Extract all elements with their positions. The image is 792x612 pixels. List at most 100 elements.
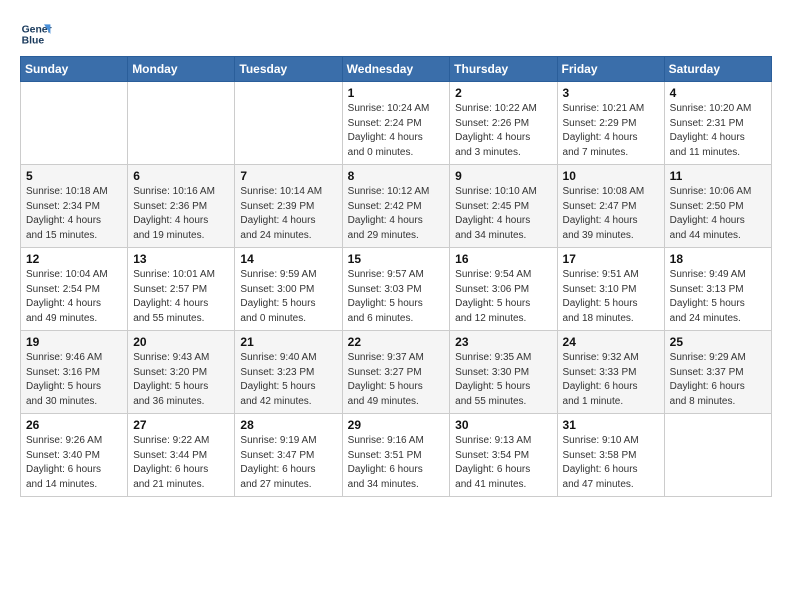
day-info: Sunrise: 10:10 AM Sunset: 2:45 PM Daylig… (455, 185, 551, 243)
calendar-cell: 31 Sunrise: 9:10 AM Sunset: 3:58 PM Dayli… (557, 414, 664, 497)
day-info: Sunrise: 9:29 AM Sunset: 3:37 PM Dayligh… (670, 351, 766, 409)
day-number: 13 (133, 252, 229, 266)
day-number: 24 (563, 335, 659, 349)
calendar-cell: 23Sunrise: 9:35 AM Sunset: 3:30 PM Dayli… (450, 331, 557, 414)
svg-text:Blue: Blue (22, 36, 45, 47)
day-number: 15 (348, 252, 445, 266)
day-number: 17 (563, 252, 659, 266)
day-info: Sunrise: 10:24 AM Sunset: 2:24 PM Daylig… (348, 102, 445, 160)
weekday-header-sunday: Sunday (21, 57, 128, 82)
calendar-cell: 6Sunrise: 10:16 AM Sunset: 2:36 PM Dayli… (128, 165, 235, 248)
day-number: 11 (670, 169, 766, 183)
calendar-table: SundayMondayTuesdayWednesdayThursdayFrid… (20, 56, 772, 497)
weekday-header-monday: Monday (128, 57, 235, 82)
day-info: Sunrise: 10:01 AM Sunset: 2:57 PM Daylig… (133, 268, 229, 326)
week-row-1: 1Sunrise: 10:24 AM Sunset: 2:24 PM Dayli… (21, 82, 772, 165)
day-info: Sunrise: 10:21 AM Sunset: 2:29 PM Daylig… (563, 102, 659, 160)
day-number: 20 (133, 335, 229, 349)
calendar-cell: 29 Sunrise: 9:16 AM Sunset: 3:51 PM Dayli… (342, 414, 450, 497)
logo: General Blue (20, 18, 56, 50)
day-info: Sunrise: 9:16 AM Sunset: 3:51 PM Dayligh… (348, 434, 445, 492)
day-number: 10 (563, 169, 659, 183)
calendar-cell: 28 Sunrise: 9:19 AM Sunset: 3:47 PM Dayli… (235, 414, 342, 497)
calendar-cell: 1Sunrise: 10:24 AM Sunset: 2:24 PM Dayli… (342, 82, 450, 165)
day-info: Sunrise: 10:04 AM Sunset: 2:54 PM Daylig… (26, 268, 122, 326)
logo-icon: General Blue (20, 18, 52, 50)
day-info: Sunrise: 10:06 AM Sunset: 2:50 PM Daylig… (670, 185, 766, 243)
calendar-cell: 3 Sunrise: 10:21 AM Sunset: 2:29 PM Dayli… (557, 82, 664, 165)
calendar-cell: 22 Sunrise: 9:37 AM Sunset: 3:27 PM Dayli… (342, 331, 450, 414)
calendar-cell: 17 Sunrise: 9:51 AM Sunset: 3:10 PM Dayli… (557, 248, 664, 331)
calendar-cell: 9 Sunrise: 10:10 AM Sunset: 2:45 PM Dayli… (450, 165, 557, 248)
calendar-cell: 12Sunrise: 10:04 AM Sunset: 2:54 PM Dayl… (21, 248, 128, 331)
day-info: Sunrise: 9:19 AM Sunset: 3:47 PM Dayligh… (240, 434, 336, 492)
calendar-cell: 25 Sunrise: 9:29 AM Sunset: 3:37 PM Dayli… (664, 331, 771, 414)
day-number: 27 (133, 418, 229, 432)
weekday-header-friday: Friday (557, 57, 664, 82)
day-info: Sunrise: 10:12 AM Sunset: 2:42 PM Daylig… (348, 185, 445, 243)
weekday-header-tuesday: Tuesday (235, 57, 342, 82)
calendar-cell: 26 Sunrise: 9:26 AM Sunset: 3:40 PM Dayli… (21, 414, 128, 497)
day-info: Sunrise: 10:08 AM Sunset: 2:47 PM Daylig… (563, 185, 659, 243)
calendar-cell: 7 Sunrise: 10:14 AM Sunset: 2:39 PM Dayli… (235, 165, 342, 248)
day-info: Sunrise: 9:10 AM Sunset: 3:58 PM Dayligh… (563, 434, 659, 492)
day-number: 25 (670, 335, 766, 349)
calendar-cell (235, 82, 342, 165)
calendar-cell: 2Sunrise: 10:22 AM Sunset: 2:26 PM Dayli… (450, 82, 557, 165)
calendar-cell: 18 Sunrise: 9:49 AM Sunset: 3:13 PM Dayli… (664, 248, 771, 331)
day-info: Sunrise: 9:43 AM Sunset: 3:20 PM Dayligh… (133, 351, 229, 409)
day-number: 14 (240, 252, 336, 266)
week-row-5: 26 Sunrise: 9:26 AM Sunset: 3:40 PM Dayli… (21, 414, 772, 497)
day-info: Sunrise: 10:14 AM Sunset: 2:39 PM Daylig… (240, 185, 336, 243)
calendar-cell: 20 Sunrise: 9:43 AM Sunset: 3:20 PM Dayli… (128, 331, 235, 414)
day-number: 18 (670, 252, 766, 266)
calendar-cell: 19Sunrise: 9:46 AM Sunset: 3:16 PM Dayli… (21, 331, 128, 414)
day-number: 7 (240, 169, 336, 183)
day-number: 22 (348, 335, 445, 349)
calendar-cell: 30 Sunrise: 9:13 AM Sunset: 3:54 PM Dayli… (450, 414, 557, 497)
calendar-cell: 15 Sunrise: 9:57 AM Sunset: 3:03 PM Dayli… (342, 248, 450, 331)
day-number: 16 (455, 252, 551, 266)
day-number: 4 (670, 86, 766, 100)
calendar-cell: 4Sunrise: 10:20 AM Sunset: 2:31 PM Dayli… (664, 82, 771, 165)
day-info: Sunrise: 9:37 AM Sunset: 3:27 PM Dayligh… (348, 351, 445, 409)
calendar-cell: 5Sunrise: 10:18 AM Sunset: 2:34 PM Dayli… (21, 165, 128, 248)
calendar-cell: 24 Sunrise: 9:32 AM Sunset: 3:33 PM Dayli… (557, 331, 664, 414)
day-info: Sunrise: 9:13 AM Sunset: 3:54 PM Dayligh… (455, 434, 551, 492)
day-number: 31 (563, 418, 659, 432)
day-number: 29 (348, 418, 445, 432)
calendar-cell (664, 414, 771, 497)
day-info: Sunrise: 9:22 AM Sunset: 3:44 PM Dayligh… (133, 434, 229, 492)
day-number: 21 (240, 335, 336, 349)
calendar-cell (128, 82, 235, 165)
calendar-cell (21, 82, 128, 165)
day-number: 28 (240, 418, 336, 432)
day-number: 30 (455, 418, 551, 432)
day-info: Sunrise: 9:26 AM Sunset: 3:40 PM Dayligh… (26, 434, 122, 492)
day-info: Sunrise: 9:49 AM Sunset: 3:13 PM Dayligh… (670, 268, 766, 326)
day-info: Sunrise: 9:54 AM Sunset: 3:06 PM Dayligh… (455, 268, 551, 326)
calendar-cell: 10 Sunrise: 10:08 AM Sunset: 2:47 PM Dayl… (557, 165, 664, 248)
week-row-4: 19Sunrise: 9:46 AM Sunset: 3:16 PM Dayli… (21, 331, 772, 414)
calendar-cell: 11 Sunrise: 10:06 AM Sunset: 2:50 PM Dayl… (664, 165, 771, 248)
day-info: Sunrise: 10:22 AM Sunset: 2:26 PM Daylig… (455, 102, 551, 160)
day-number: 26 (26, 418, 122, 432)
day-info: Sunrise: 9:57 AM Sunset: 3:03 PM Dayligh… (348, 268, 445, 326)
calendar-cell: 21 Sunrise: 9:40 AM Sunset: 3:23 PM Dayli… (235, 331, 342, 414)
day-info: Sunrise: 9:35 AM Sunset: 3:30 PM Dayligh… (455, 351, 551, 409)
day-number: 19 (26, 335, 122, 349)
day-number: 8 (348, 169, 445, 183)
weekday-header-row: SundayMondayTuesdayWednesdayThursdayFrid… (21, 57, 772, 82)
day-info: Sunrise: 10:18 AM Sunset: 2:34 PM Daylig… (26, 185, 122, 243)
weekday-header-thursday: Thursday (450, 57, 557, 82)
day-info: Sunrise: 9:40 AM Sunset: 3:23 PM Dayligh… (240, 351, 336, 409)
day-info: Sunrise: 9:59 AM Sunset: 3:00 PM Dayligh… (240, 268, 336, 326)
week-row-3: 12Sunrise: 10:04 AM Sunset: 2:54 PM Dayl… (21, 248, 772, 331)
day-number: 3 (563, 86, 659, 100)
page: General Blue SundayMondayTuesdayWednesda… (0, 0, 792, 612)
day-info: Sunrise: 9:51 AM Sunset: 3:10 PM Dayligh… (563, 268, 659, 326)
day-info: Sunrise: 9:32 AM Sunset: 3:33 PM Dayligh… (563, 351, 659, 409)
header: General Blue (20, 18, 772, 50)
day-number: 9 (455, 169, 551, 183)
calendar-cell: 14 Sunrise: 9:59 AM Sunset: 3:00 PM Dayli… (235, 248, 342, 331)
